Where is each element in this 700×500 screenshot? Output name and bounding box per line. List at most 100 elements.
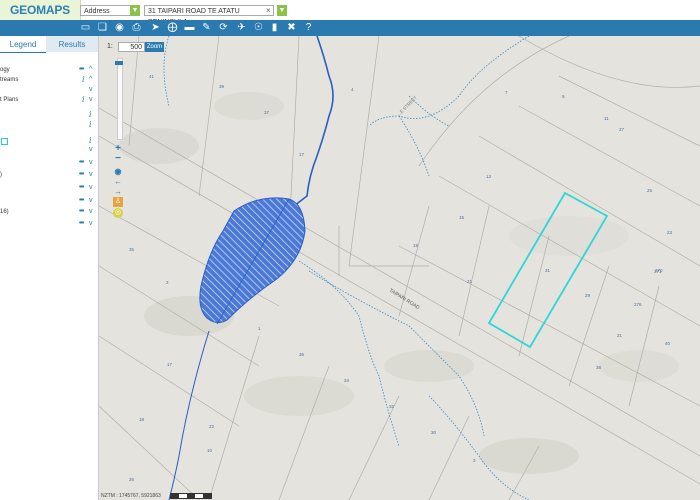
layers-icon[interactable]: ❏ — [96, 21, 109, 34]
toolbar: ▭ ❏ ◉ ⎙ ➤ ⨁ ▬ ✎ ⟳ ✈ ☉ ▮ ✖ ? — [0, 20, 700, 36]
legend-row[interactable]: 16) ••• v — [0, 207, 98, 217]
info-icon[interactable]: i — [89, 110, 92, 120]
tab-legend[interactable]: Legend — [0, 36, 46, 53]
parcel-number: 34 — [344, 378, 350, 383]
info-icon[interactable]: i — [82, 75, 85, 85]
coordinates-readout: NZTM : 1745767, 5921863 — [101, 493, 161, 499]
legend-row[interactable]: i — [0, 120, 98, 130]
parcel-number: 32 — [389, 404, 395, 409]
layer-options-icon[interactable]: ••• — [79, 219, 84, 229]
parcel-number: 30 — [431, 430, 437, 435]
map-layer: TAIPARI ROAD ...E STREET 41 39 37 35 4 7… — [99, 36, 700, 500]
identify-icon[interactable]: ⨁ — [166, 21, 179, 34]
legend-row[interactable]: v — [0, 145, 98, 155]
parcel-number: 19 — [413, 243, 419, 248]
layer-options-icon[interactable]: ••• — [79, 207, 84, 217]
layer-options-icon[interactable]: ••• — [79, 196, 84, 206]
parcel-number: 39 — [219, 84, 225, 89]
parcel-number: 21 — [617, 333, 623, 338]
info-icon[interactable]: i — [89, 120, 92, 130]
parcel-number: 35 — [129, 247, 135, 252]
legend-label: ogy — [0, 67, 10, 73]
draw-icon[interactable]: ✎ — [200, 21, 213, 34]
chevron-down-icon[interactable]: v — [89, 145, 93, 155]
parcel-swatch-icon — [1, 138, 8, 145]
legend-row[interactable]: ) ••• v — [0, 170, 98, 180]
parcel-number: 22 — [209, 424, 215, 429]
parcel-number: 15 — [459, 215, 465, 220]
help-icon[interactable]: ? — [302, 21, 315, 34]
refresh-icon[interactable]: ⟳ — [217, 21, 230, 34]
search-type-dropdown-button[interactable]: ▼ — [130, 5, 140, 16]
parcel-number: 18 — [139, 417, 145, 422]
parcel-number: 38 — [596, 365, 602, 370]
legend-row[interactable]: ••• v — [0, 196, 98, 206]
book-icon[interactable]: ▭ — [79, 21, 92, 34]
zoom-button[interactable]: Zoom — [145, 42, 164, 52]
zoom-slider-handle[interactable] — [115, 61, 123, 65]
tab-results[interactable]: Results — [46, 36, 98, 52]
street-view-icon[interactable]: ✈ — [235, 21, 248, 34]
back-arrow-icon[interactable]: ← — [113, 177, 123, 187]
parcel-number: 41 — [149, 74, 155, 79]
search-options-button[interactable]: ▼ — [277, 5, 287, 16]
parcel-number: 27 — [619, 127, 625, 132]
file-icon[interactable]: ▮ — [268, 21, 281, 34]
logo-text: GEOMAPS — [10, 3, 70, 17]
parcel-number: 26 — [129, 477, 135, 482]
chevron-down-icon[interactable]: v — [89, 170, 93, 180]
locate-icon[interactable]: ◎ — [113, 208, 123, 218]
parcel-number: 17 — [167, 362, 173, 367]
tools-icon[interactable]: ✖ — [285, 21, 298, 34]
legend-row[interactable]: ••• v — [0, 158, 98, 168]
legend-row[interactable]: treams i ^ — [0, 75, 98, 85]
legend-row[interactable]: t Plans i v — [0, 95, 98, 105]
chevron-down-icon[interactable]: v — [89, 207, 93, 217]
legend-row[interactable]: ••• v — [0, 219, 98, 229]
legend-row[interactable]: ••• v — [0, 183, 98, 193]
parcel-number: 36 — [299, 352, 305, 357]
parcel-number: 29 — [585, 293, 591, 298]
eye-icon[interactable]: ◉ — [113, 21, 126, 34]
zoom-out-icon[interactable]: − — [113, 154, 123, 164]
side-panel: Legend Results ogy ••• ^ treams i ^ v t … — [0, 36, 99, 500]
pegman-icon[interactable]: ♙ — [113, 197, 123, 207]
parcel-number: 21 — [467, 279, 473, 284]
legend-label: treams — [0, 77, 19, 83]
measure-icon[interactable]: ▬ — [183, 21, 196, 34]
parcel-number: 276 — [634, 302, 642, 307]
forward-arrow-icon[interactable]: → — [113, 187, 123, 197]
layer-options-icon[interactable]: ••• — [79, 170, 84, 180]
chevron-down-icon[interactable]: v — [89, 95, 93, 105]
clear-search-icon[interactable]: × — [266, 5, 274, 16]
scale-input[interactable]: 500 — [118, 42, 145, 52]
legend-row[interactable]: i — [0, 110, 98, 120]
scale-prefix: 1: — [107, 43, 113, 50]
legend-label: ) — [0, 172, 2, 178]
parcel-number: 11 — [604, 116, 609, 121]
legend-row[interactable]: ogy ••• ^ — [0, 65, 98, 75]
location-pin-icon[interactable]: ☉ — [252, 21, 265, 34]
chevron-up-icon[interactable]: ^ — [89, 75, 92, 85]
chevron-down-icon[interactable]: v — [89, 196, 93, 206]
search-input[interactable]: 31 TAIPARI ROAD TE ATATU PENINSULA — [144, 5, 274, 26]
zoom-slider[interactable] — [117, 58, 123, 140]
chevron-down-icon[interactable]: v — [89, 158, 93, 168]
print-icon[interactable]: ⎙ — [130, 21, 143, 34]
chevron-down-icon[interactable]: v — [89, 219, 93, 229]
map-canvas[interactable]: TAIPARI ROAD ...E STREET 41 39 37 35 4 7… — [99, 36, 700, 500]
layer-options-icon[interactable]: ••• — [79, 158, 84, 168]
chevron-down-icon[interactable]: v — [89, 183, 93, 193]
geomaps-logo[interactable]: GEOMAPS — [0, 0, 81, 20]
parcel-number: 17 — [299, 152, 305, 157]
info-icon[interactable]: i — [82, 95, 85, 105]
chevron-up-icon[interactable]: ^ — [89, 65, 92, 75]
scale-bar — [170, 493, 212, 499]
legend-row[interactable]: v — [0, 85, 98, 95]
globe-icon[interactable]: ◉ — [113, 167, 123, 177]
chevron-down-icon[interactable]: v — [89, 85, 93, 95]
parcel-number: 40 — [665, 341, 671, 346]
layer-options-icon[interactable]: ••• — [79, 65, 84, 75]
select-arrow-icon[interactable]: ➤ — [149, 21, 162, 34]
layer-options-icon[interactable]: ••• — [79, 183, 84, 193]
